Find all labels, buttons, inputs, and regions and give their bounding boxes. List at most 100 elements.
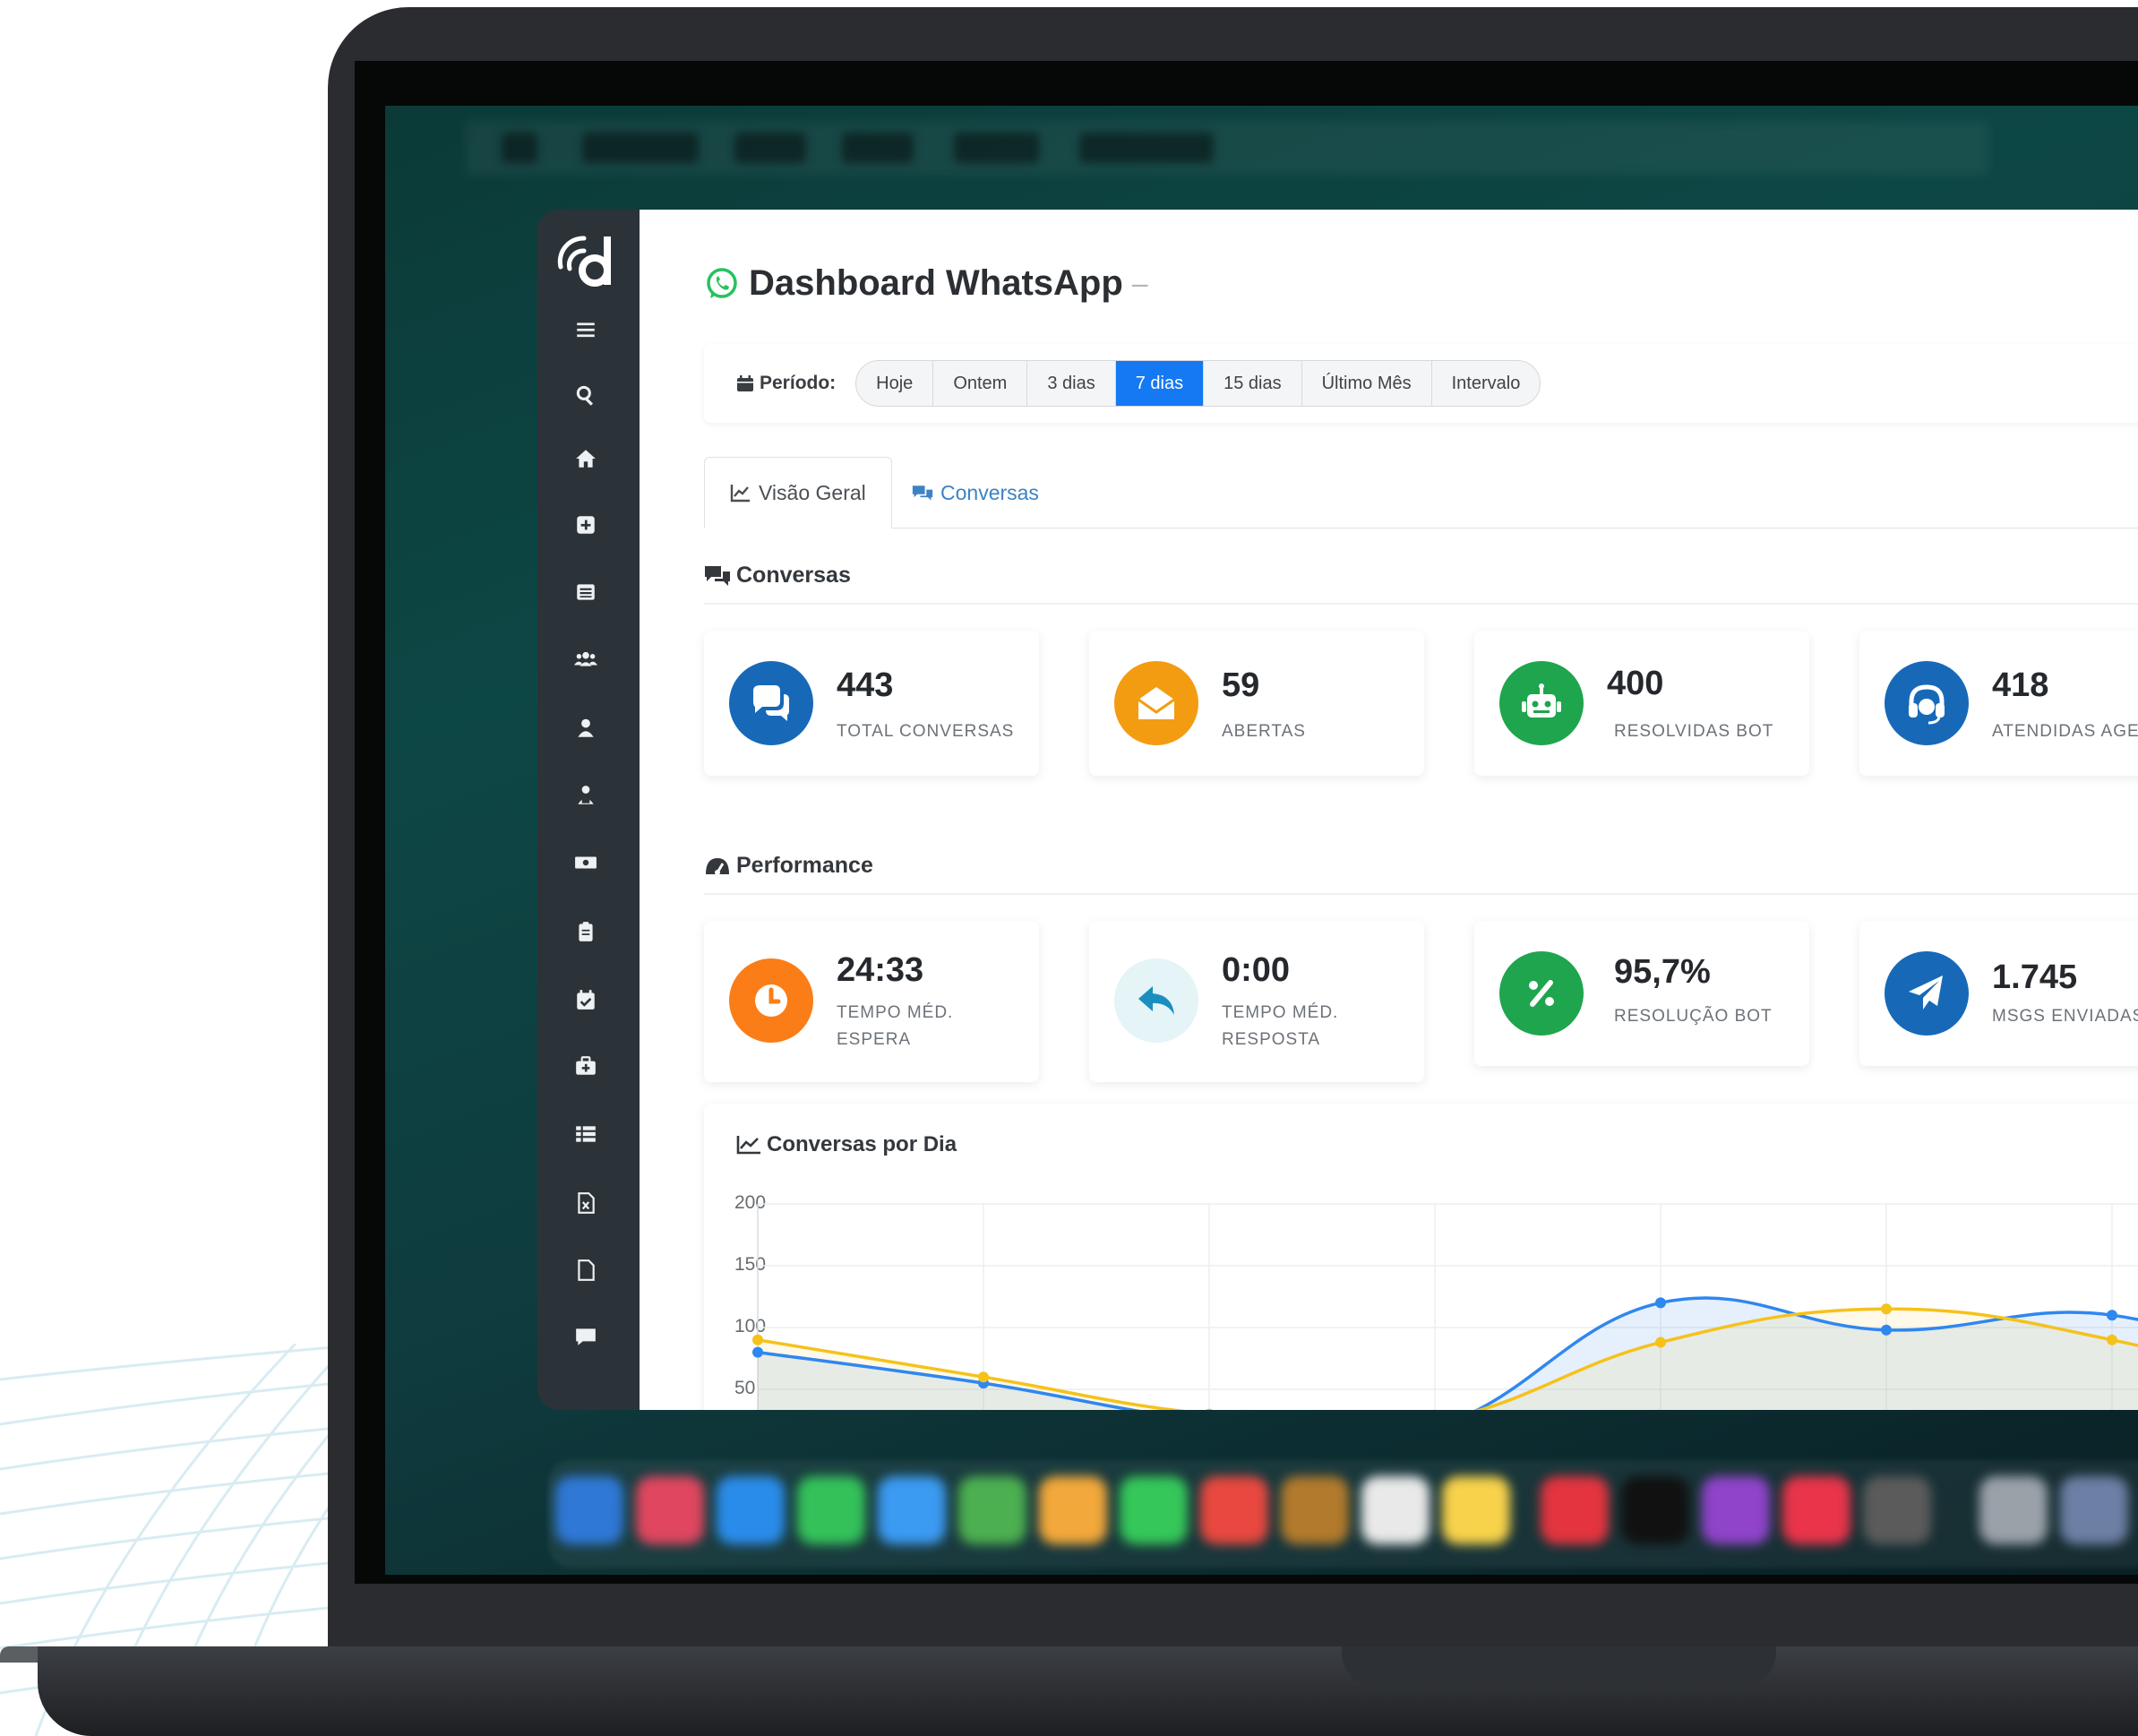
period-button-hoje[interactable]: Hoje	[856, 361, 934, 406]
data-point-series-1-0[interactable]	[752, 1334, 763, 1345]
dock-app-icon	[1702, 1476, 1770, 1544]
user-icon[interactable]	[570, 712, 602, 744]
dock-app-icon	[1782, 1476, 1850, 1544]
users-icon[interactable]	[570, 643, 602, 675]
data-point-series-1-4[interactable]	[1655, 1336, 1666, 1348]
stat-label: TEMPO MÉD. RESPOSTA	[1222, 1003, 1339, 1049]
period-filter: Período: Hoje Ontem 3 dias 7 dias 15 dia…	[704, 344, 2138, 423]
tab-visao-geral-label: Visão Geral	[759, 480, 866, 504]
stat-value: 400	[1607, 665, 1664, 702]
stat-label: ATENDIDAS AGEN	[1992, 722, 2138, 741]
dock-app-icon	[1200, 1476, 1268, 1544]
period-button-15-dias[interactable]: 15 dias	[1204, 361, 1302, 406]
file-excel-icon[interactable]	[570, 1187, 602, 1219]
stat-value: 1.745	[1992, 958, 2078, 996]
calendar-icon	[737, 375, 753, 391]
search-icon[interactable]	[570, 379, 602, 411]
stat-card-total-conversas: 443 TOTAL CONVERSAS	[704, 631, 1039, 776]
blurred-menu-item	[954, 133, 1039, 163]
paper-plane-icon	[1885, 951, 1969, 1036]
blurred-apple-icon	[502, 133, 537, 163]
data-point-series-1-2[interactable]	[1204, 1408, 1215, 1410]
section-conversas-header: Conversas	[704, 563, 2138, 605]
envelope-open-icon	[1114, 661, 1198, 745]
dock-app-icon	[1621, 1476, 1689, 1544]
data-point-series-1-6[interactable]	[2107, 1334, 2117, 1345]
data-point-series-0-4[interactable]	[1655, 1297, 1666, 1309]
dock-app-icon	[878, 1476, 946, 1544]
list-alt-icon[interactable]	[570, 576, 602, 608]
laptop-base	[38, 1646, 2138, 1736]
period-button-ultimo-mes[interactable]: Último Mês	[1302, 361, 1432, 406]
data-point-series-0-0[interactable]	[752, 1346, 763, 1358]
data-point-series-0-6[interactable]	[2107, 1310, 2117, 1321]
brand-logo-icon	[557, 236, 611, 287]
stat-label: TEMPO MÉD. ESPERA	[837, 1003, 954, 1049]
period-button-3-dias[interactable]: 3 dias	[1027, 361, 1116, 406]
clock-icon	[729, 958, 813, 1043]
dock-app-icon	[1979, 1476, 2048, 1544]
plus-square-icon[interactable]	[570, 509, 602, 541]
dock-app-icon	[1361, 1476, 1430, 1544]
line-chart-icon	[730, 485, 750, 503]
tachometer-icon	[706, 857, 729, 875]
dock-app-icon	[958, 1476, 1026, 1544]
period-button-ontem[interactable]: Ontem	[933, 361, 1028, 406]
stat-card-atendidas-agente: 418 ATENDIDAS AGEN	[1859, 631, 2138, 776]
stat-card-resolvidas-bot: 400 RESOLVIDAS BOT	[1474, 631, 1809, 776]
headset-icon	[1885, 661, 1969, 745]
comments-icon	[912, 486, 933, 501]
file-icon[interactable]	[570, 1254, 602, 1286]
stat-label: RESOLVIDAS BOT	[1614, 722, 1774, 741]
period-button-intervalo[interactable]: Intervalo	[1432, 361, 1541, 406]
stat-label: RESOLUÇÃO BOT	[1614, 1007, 1773, 1026]
dock-app-icon	[555, 1476, 623, 1544]
home-icon[interactable]	[570, 443, 602, 475]
calendar-check-icon[interactable]	[570, 984, 602, 1016]
tab-conversas[interactable]: Conversas	[887, 457, 1064, 529]
stat-card-msgs-enviadas: 1.745 MSGS ENVIADAS	[1859, 921, 2138, 1066]
section-performance-header: Performance	[704, 853, 2138, 895]
comments-icon	[705, 565, 730, 586]
dock-app-icon	[1863, 1476, 1931, 1544]
whatsapp-icon	[707, 267, 737, 298]
comment-icon[interactable]	[570, 1320, 602, 1353]
period-button-7-dias[interactable]: 7 dias	[1115, 361, 1205, 406]
page-title-suffix: –	[1131, 267, 1148, 299]
list-icon[interactable]	[570, 1118, 602, 1150]
section-conversas-title: Conversas	[736, 563, 851, 588]
dock-app-icon	[1442, 1476, 1510, 1544]
stat-value: 443	[837, 666, 894, 704]
page-title-text: Dashboard WhatsApp	[749, 263, 1123, 303]
blurred-menu-item	[582, 133, 699, 163]
stat-card-resolucao-bot: 95,7% RESOLUÇÃO BOT	[1474, 921, 1809, 1066]
chart-card-conversas-por-dia: Conversas por Dia 200 150 100 50	[704, 1104, 2138, 1410]
user-tie-icon[interactable]	[570, 779, 602, 812]
dock-app-icon	[1281, 1476, 1349, 1544]
money-icon[interactable]	[570, 847, 602, 879]
stat-label: MSGS ENVIADAS	[1992, 1007, 2138, 1026]
dock-app-icon	[797, 1476, 865, 1544]
period-label: Período:	[736, 373, 836, 394]
period-button-group: Hoje Ontem 3 dias 7 dias 15 dias Último …	[855, 360, 1541, 407]
briefcase-medical-icon[interactable]	[570, 1050, 602, 1082]
page-title: Dashboard WhatsApp –	[704, 263, 1148, 304]
data-point-series-1-1[interactable]	[978, 1371, 989, 1383]
tab-conversas-label: Conversas	[940, 480, 1039, 504]
blurred-menu-item	[734, 133, 806, 163]
tab-visao-geral[interactable]: Visão Geral	[704, 457, 892, 529]
reply-icon	[1114, 958, 1198, 1043]
clipboard-icon[interactable]	[570, 915, 602, 948]
stat-value: 24:33	[837, 951, 924, 989]
laptop-hinge-notch	[1342, 1646, 1776, 1688]
data-point-series-0-5[interactable]	[1881, 1324, 1892, 1336]
comments-icon	[729, 661, 813, 745]
blurred-menu-item	[1079, 133, 1214, 163]
dock-app-icon	[2060, 1476, 2128, 1544]
stat-value: 0:00	[1222, 951, 1291, 989]
tab-bar: Visão Geral Conversas	[704, 457, 2138, 529]
data-point-series-1-5[interactable]	[1881, 1303, 1892, 1315]
stat-value: 418	[1992, 666, 2049, 704]
menu-icon[interactable]	[570, 314, 602, 346]
dock-app-icon	[1541, 1476, 1609, 1544]
